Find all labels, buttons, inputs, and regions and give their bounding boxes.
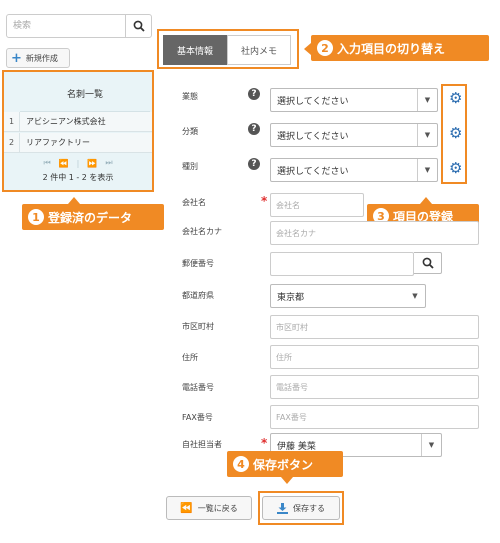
select-value: 東京都 <box>277 292 305 303</box>
row-name: アビシニアン株式会社 <box>26 117 106 126</box>
placeholder: 会社名カナ <box>276 228 316 238</box>
chevron-down-icon: ▼ <box>417 89 437 111</box>
gear-icon[interactable]: ⚙ <box>449 91 462 106</box>
placeholder: 住所 <box>276 352 292 362</box>
company-field[interactable]: 会社名 <box>270 193 364 217</box>
callout-text: 登録済のデータ <box>48 210 133 225</box>
placeholder: FAX番号 <box>276 412 307 422</box>
chevron-down-icon: ▼ <box>417 124 437 146</box>
pager-info: 2 件中 1 - 2 を表示 <box>42 173 114 182</box>
rewind-icon: ⏪ <box>180 502 193 514</box>
label-bunrui: 分類 <box>182 127 198 136</box>
help-icon[interactable]: ? <box>248 158 260 170</box>
pager-divider: | <box>76 158 80 168</box>
help-icon[interactable]: ? <box>248 123 260 135</box>
plus-icon: + <box>11 50 22 66</box>
zip-search-button[interactable] <box>414 252 442 274</box>
label-address: 住所 <box>182 353 198 362</box>
callout-text: 保存ボタン <box>253 457 314 472</box>
city-field[interactable]: 市区町村 <box>270 315 479 339</box>
label-phone: 電話番号 <box>182 383 214 392</box>
tab-internal-memo[interactable]: 社内メモ <box>227 35 291 65</box>
placeholder: 会社名 <box>276 200 300 210</box>
label-fax: FAX番号 <box>182 413 213 422</box>
select-value: 選択してください <box>277 96 349 107</box>
label-zip: 郵便番号 <box>182 259 214 268</box>
select-value: 伊藤 美菜 <box>277 441 316 452</box>
first-page-icon[interactable]: ⏮ <box>43 158 50 168</box>
download-icon <box>277 502 288 514</box>
chevron-down-icon: ▼ <box>417 159 437 181</box>
label-shubetsu: 種別 <box>182 162 198 171</box>
row-number: 1 <box>4 112 20 131</box>
placeholder: 市区町村 <box>276 322 308 332</box>
callout-registered-data: 1 登録済のデータ <box>22 204 164 230</box>
callout-arrow <box>68 197 80 204</box>
fax-field[interactable]: FAX番号 <box>270 405 479 429</box>
address-field[interactable]: 住所 <box>270 345 479 369</box>
save-highlight: 保存する <box>258 491 344 525</box>
callout-number: 1 <box>28 209 44 225</box>
row-name: リアファクトリー <box>26 138 90 147</box>
placeholder: 電話番号 <box>276 382 308 392</box>
label-prefecture: 都道府県 <box>182 291 214 300</box>
label-company-kana: 会社名カナ <box>182 227 222 236</box>
list-item[interactable]: 2 リアファクトリー <box>4 133 152 153</box>
tab-label: 社内メモ <box>240 46 277 57</box>
gear-icon[interactable]: ⚙ <box>449 161 462 176</box>
callout-number: 4 <box>233 456 249 472</box>
select-bunrui[interactable]: 選択してください ▼ <box>270 123 438 147</box>
gear-icon[interactable]: ⚙ <box>449 126 462 141</box>
item-register-highlight: ⚙ ⚙ ⚙ <box>441 84 467 184</box>
row-number: 2 <box>4 133 20 152</box>
chevron-down-icon: ▼ <box>412 292 418 300</box>
new-button[interactable]: + 新規作成 <box>6 48 70 68</box>
back-button-label: 一覧に戻る <box>197 503 238 513</box>
callout-arrow <box>304 43 311 55</box>
new-button-label: 新規作成 <box>25 53 58 63</box>
select-shubetsu[interactable]: 選択してください ▼ <box>270 158 438 182</box>
search-icon <box>422 257 434 269</box>
select-gyotai[interactable]: 選択してください ▼ <box>270 88 438 112</box>
card-list-panel: 名刺一覧 1 アビシニアン株式会社 2 リアファクトリー ⏮ ⏪ | ⏩ ⏭ 2… <box>2 70 154 192</box>
list-header: 名刺一覧 <box>20 76 150 112</box>
save-button-label: 保存する <box>293 503 325 513</box>
required-mark: * <box>261 194 268 208</box>
pager: ⏮ ⏪ | ⏩ ⏭ <box>4 156 152 170</box>
search-box <box>6 14 152 38</box>
prev-page-icon[interactable]: ⏪ <box>59 159 69 168</box>
zip-field[interactable] <box>270 252 414 276</box>
label-gyotai: 業態 <box>182 92 198 101</box>
tabs-highlight: 基本情報 社内メモ <box>157 29 299 69</box>
list-item[interactable]: 1 アビシニアン株式会社 <box>4 112 152 132</box>
callout-text: 入力項目の切り替え <box>337 41 446 56</box>
label-city: 市区町村 <box>182 322 214 331</box>
search-icon <box>133 20 145 32</box>
help-icon[interactable]: ? <box>248 88 260 100</box>
callout-arrow <box>420 197 432 204</box>
phone-field[interactable]: 電話番号 <box>270 375 479 399</box>
select-value: 選択してください <box>277 166 349 177</box>
required-mark: * <box>261 436 268 450</box>
chevron-down-icon: ▼ <box>421 434 441 456</box>
back-to-list-button[interactable]: ⏪ 一覧に戻る <box>166 496 252 520</box>
callout-save-button: 4 保存ボタン <box>227 451 343 477</box>
callout-tab-switch: 2 入力項目の切り替え <box>311 35 489 61</box>
save-button[interactable]: 保存する <box>262 496 340 520</box>
callout-arrow <box>281 477 293 484</box>
tab-basic-info[interactable]: 基本情報 <box>163 35 227 65</box>
select-prefecture[interactable]: 東京都 ▼ <box>270 284 426 308</box>
last-page-icon[interactable]: ⏭ <box>105 158 112 168</box>
callout-number: 2 <box>317 40 333 56</box>
next-page-icon[interactable]: ⏩ <box>87 159 97 168</box>
company-kana-field[interactable]: 会社名カナ <box>270 221 479 245</box>
search-input[interactable] <box>7 15 125 37</box>
search-button[interactable] <box>125 15 151 37</box>
select-value: 選択してください <box>277 131 349 142</box>
label-owner: 自社担当者 <box>182 440 222 449</box>
label-company: 会社名 <box>182 198 206 207</box>
tab-label: 基本情報 <box>176 46 213 57</box>
